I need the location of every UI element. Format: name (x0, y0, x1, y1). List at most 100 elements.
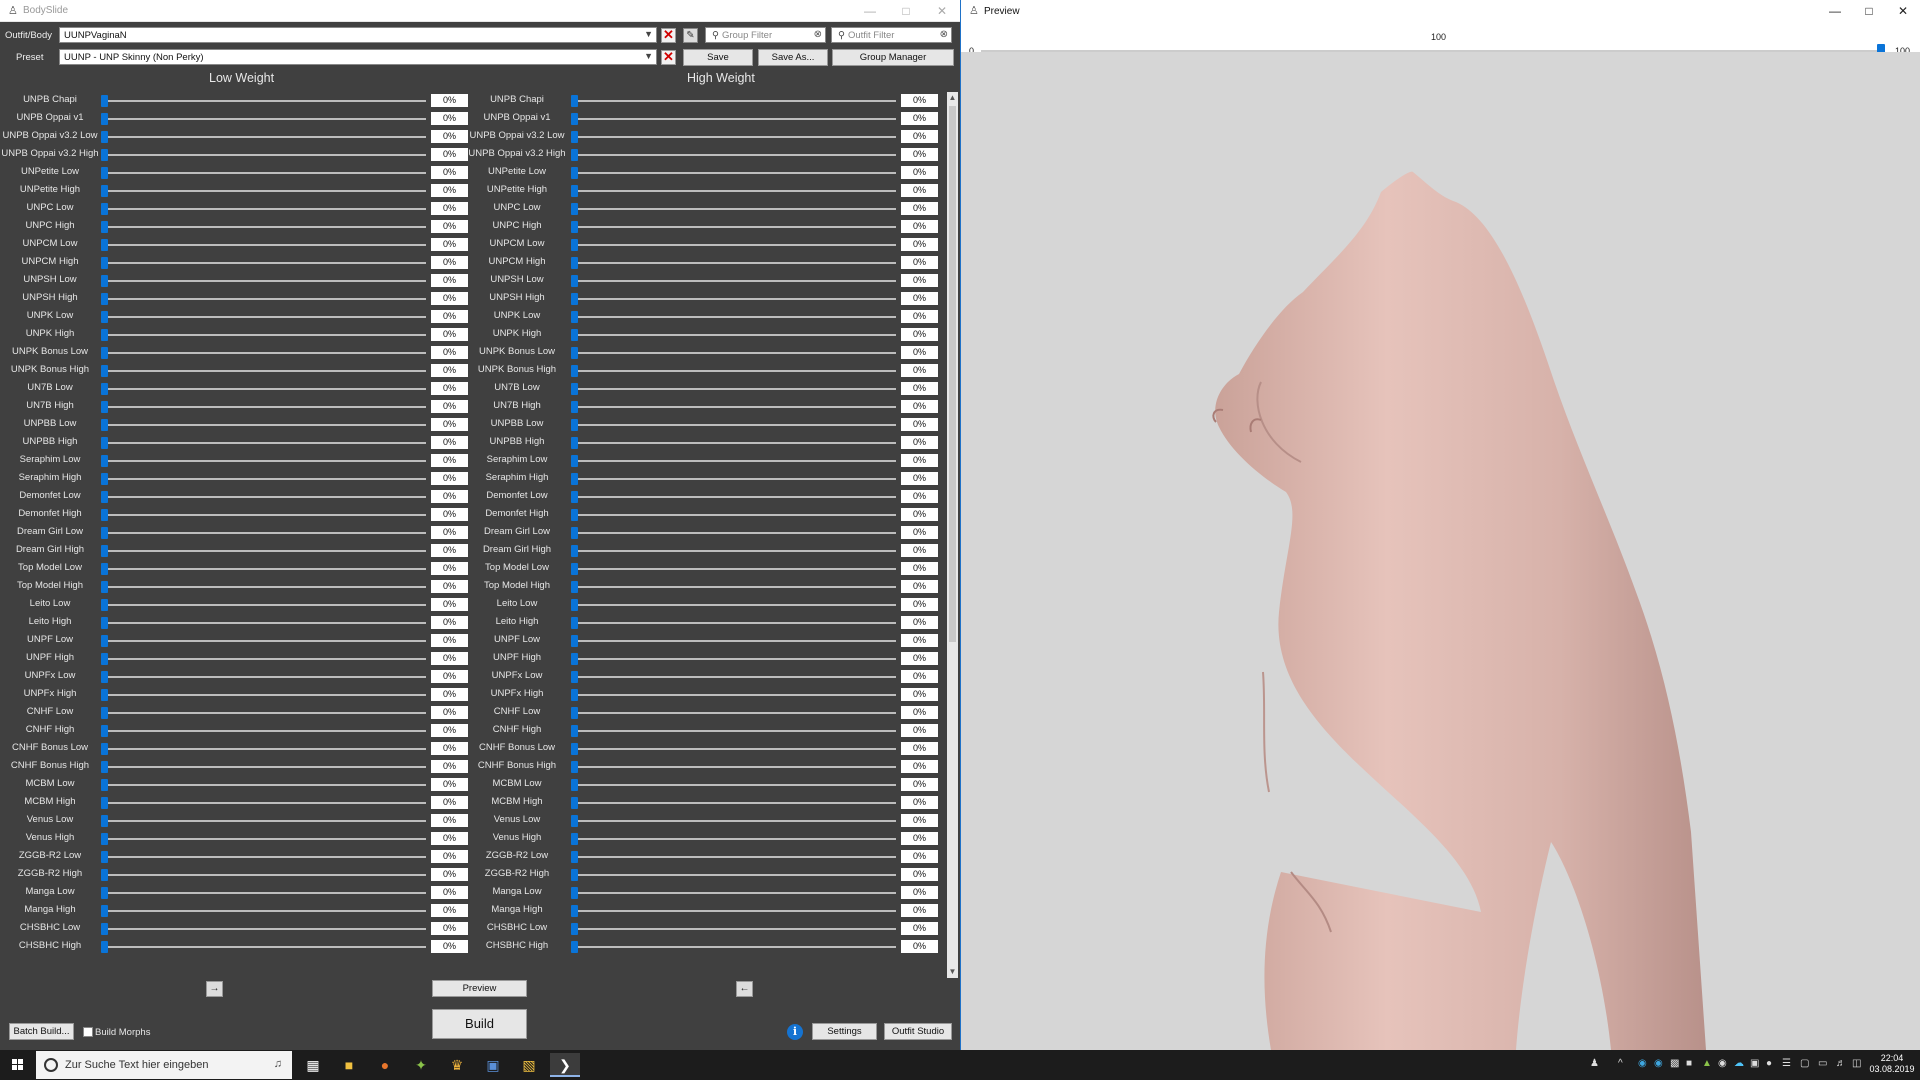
low-slider-value[interactable]: 0% (431, 166, 468, 179)
high-slider-track[interactable] (574, 460, 896, 462)
high-slider-track[interactable] (574, 532, 896, 534)
high-slider-thumb[interactable] (571, 149, 578, 161)
scroll-up-icon[interactable]: ▲ (947, 92, 958, 104)
low-slider-thumb[interactable] (101, 905, 108, 917)
high-slider-value[interactable]: 0% (901, 760, 938, 773)
preview-3d-viewport[interactable] (961, 52, 1920, 1050)
low-slider-value[interactable]: 0% (431, 832, 468, 845)
mod-organizer-icon[interactable]: ✦ (406, 1053, 436, 1077)
maximize-icon[interactable]: □ (888, 0, 924, 22)
high-slider-value[interactable]: 0% (901, 796, 938, 809)
high-slider-value[interactable]: 0% (901, 832, 938, 845)
high-slider-value[interactable]: 0% (901, 400, 938, 413)
low-slider-value[interactable]: 0% (431, 256, 468, 269)
low-slider-thumb[interactable] (101, 347, 108, 359)
low-slider-track[interactable] (104, 748, 426, 750)
low-slider-thumb[interactable] (101, 95, 108, 107)
low-slider-track[interactable] (104, 118, 426, 120)
low-slider-track[interactable] (104, 874, 426, 876)
high-slider-thumb[interactable] (571, 185, 578, 197)
low-slider-track[interactable] (104, 820, 426, 822)
low-slider-value[interactable]: 0% (431, 904, 468, 917)
battery-icon[interactable]: ▢ (1800, 1058, 1809, 1069)
low-slider-track[interactable] (104, 334, 426, 336)
low-slider-value[interactable]: 0% (431, 436, 468, 449)
low-slider-thumb[interactable] (101, 131, 108, 143)
cloud-tray-icon[interactable]: ☁ (1734, 1058, 1744, 1069)
low-slider-thumb[interactable] (101, 833, 108, 845)
high-slider-track[interactable] (574, 118, 896, 120)
low-slider-thumb[interactable] (101, 149, 108, 161)
low-slider-track[interactable] (104, 208, 426, 210)
high-slider-track[interactable] (574, 244, 896, 246)
high-slider-thumb[interactable] (571, 131, 578, 143)
high-slider-track[interactable] (574, 226, 896, 228)
high-slider-track[interactable] (574, 820, 896, 822)
low-slider-track[interactable] (104, 154, 426, 156)
high-slider-thumb[interactable] (571, 635, 578, 647)
high-slider-thumb[interactable] (571, 275, 578, 287)
high-slider-thumb[interactable] (571, 869, 578, 881)
high-slider-value[interactable]: 0% (901, 634, 938, 647)
low-slider-track[interactable] (104, 424, 426, 426)
app-tray-icon[interactable]: ▣ (1750, 1058, 1759, 1069)
high-slider-value[interactable]: 0% (901, 688, 938, 701)
high-slider-track[interactable] (574, 388, 896, 390)
low-slider-thumb[interactable] (101, 671, 108, 683)
high-slider-thumb[interactable] (571, 725, 578, 737)
high-slider-thumb[interactable] (571, 239, 578, 251)
high-slider-thumb[interactable] (571, 941, 578, 953)
low-slider-value[interactable]: 0% (431, 778, 468, 791)
copy-low-to-high-button[interactable]: → (206, 981, 223, 997)
low-slider-value[interactable]: 0% (431, 508, 468, 521)
high-slider-value[interactable]: 0% (901, 220, 938, 233)
low-slider-thumb[interactable] (101, 167, 108, 179)
minimize-icon[interactable]: — (1818, 0, 1852, 22)
high-slider-value[interactable]: 0% (901, 472, 938, 485)
low-slider-track[interactable] (104, 478, 426, 480)
settings-button[interactable]: Settings (812, 1023, 877, 1040)
low-slider-track[interactable] (104, 784, 426, 786)
low-slider-thumb[interactable] (101, 707, 108, 719)
low-slider-value[interactable]: 0% (431, 688, 468, 701)
high-slider-track[interactable] (574, 370, 896, 372)
low-slider-track[interactable] (104, 640, 426, 642)
high-slider-value[interactable]: 0% (901, 886, 938, 899)
high-slider-value[interactable]: 0% (901, 670, 938, 683)
high-slider-track[interactable] (574, 910, 896, 912)
high-slider-thumb[interactable] (571, 545, 578, 557)
high-slider-track[interactable] (574, 496, 896, 498)
high-slider-thumb[interactable] (571, 257, 578, 269)
microphone-icon[interactable]: ♫ (274, 1058, 282, 1070)
high-slider-thumb[interactable] (571, 815, 578, 827)
low-slider-track[interactable] (104, 586, 426, 588)
high-slider-track[interactable] (574, 172, 896, 174)
low-slider-value[interactable]: 0% (431, 670, 468, 683)
high-slider-thumb[interactable] (571, 347, 578, 359)
build-button[interactable]: Build (432, 1009, 527, 1039)
low-slider-thumb[interactable] (101, 941, 108, 953)
low-slider-value[interactable]: 0% (431, 364, 468, 377)
low-slider-track[interactable] (104, 352, 426, 354)
low-slider-thumb[interactable] (101, 797, 108, 809)
low-slider-value[interactable]: 0% (431, 454, 468, 467)
high-slider-track[interactable] (574, 478, 896, 480)
low-slider-value[interactable]: 0% (431, 472, 468, 485)
preset-select[interactable]: UUNP - UNP Skinny (Non Perky) ▼ (59, 49, 657, 65)
slider-scrollbar[interactable]: ▲ ▼ (947, 92, 958, 978)
scrollbar-thumb[interactable] (949, 106, 956, 642)
high-slider-value[interactable]: 0% (901, 418, 938, 431)
group-manager-button[interactable]: Group Manager (832, 49, 954, 66)
wifi-icon[interactable]: ☰ (1782, 1058, 1791, 1069)
low-slider-track[interactable] (104, 676, 426, 678)
high-slider-value[interactable]: 0% (901, 310, 938, 323)
chevron-up-icon[interactable]: ^ (1618, 1058, 1623, 1069)
firefox-icon[interactable]: ● (370, 1053, 400, 1077)
speaker-icon[interactable]: ♬ (1836, 1058, 1846, 1069)
copy-high-to-low-button[interactable]: ← (736, 981, 753, 997)
high-slider-track[interactable] (574, 928, 896, 930)
high-slider-thumb[interactable] (571, 581, 578, 593)
high-slider-thumb[interactable] (571, 95, 578, 107)
low-slider-track[interactable] (104, 280, 426, 282)
low-slider-track[interactable] (104, 190, 426, 192)
